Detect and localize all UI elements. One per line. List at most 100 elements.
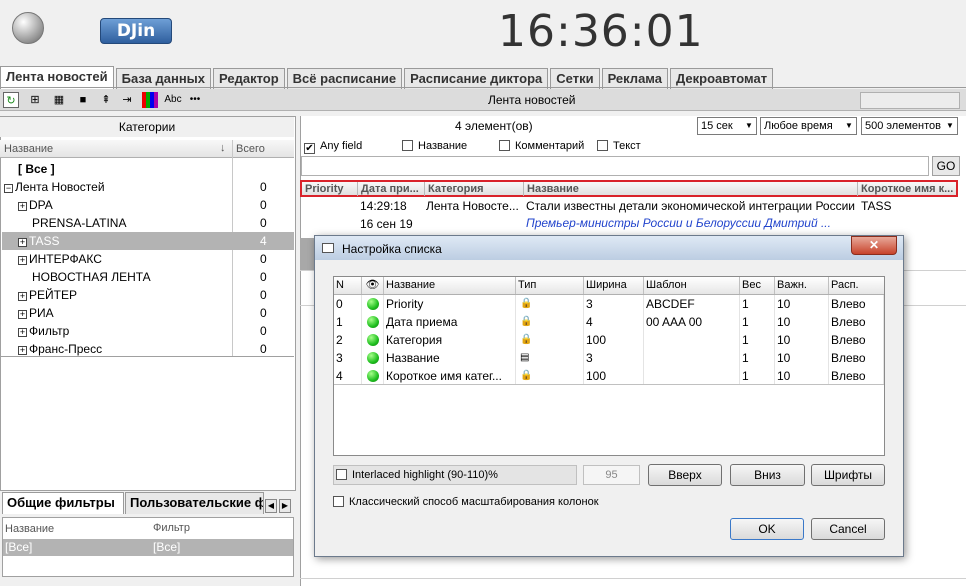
ok-button[interactable]: OK: [730, 518, 804, 540]
toolbar-field[interactable]: [860, 92, 960, 109]
search-input[interactable]: [301, 156, 929, 176]
tab-news-feed[interactable]: Лента новостей: [0, 66, 114, 89]
col-short-name[interactable]: Короткое имя к...: [858, 182, 956, 196]
col-title[interactable]: Название: [524, 182, 858, 196]
category-item[interactable]: PRENSA-LATINA 0: [2, 214, 294, 232]
news-title[interactable]: Стали известны детали экономической инте…: [526, 199, 858, 213]
font-abc-icon[interactable]: Abc: [163, 92, 183, 108]
up-button[interactable]: Вверх: [648, 464, 722, 486]
limit-select[interactable]: 500 элементов ▼: [861, 117, 958, 135]
fonts-button[interactable]: Шрифты: [811, 464, 885, 486]
col-total[interactable]: Всего: [236, 143, 265, 155]
category-item[interactable]: + ИНТЕРФАКС 0: [2, 250, 294, 268]
tab-all-schedule[interactable]: Всё расписание: [286, 68, 403, 89]
news-subtitle[interactable]: Премьер-министры России и Белоруссии Дми…: [526, 216, 858, 230]
classic-scaling-box[interactable]: [333, 496, 344, 507]
visible-dot-icon[interactable]: [367, 370, 379, 382]
scroll-right-icon[interactable]: ▶: [279, 499, 291, 513]
eye-icon[interactable]: 👁: [362, 277, 384, 294]
checkbox-comment-box[interactable]: [499, 140, 510, 151]
grid-col-weight[interactable]: Вес: [740, 277, 775, 294]
grid-cell-n: 0: [334, 295, 362, 313]
grid-col-type[interactable]: Тип: [516, 277, 584, 294]
expand-icon[interactable]: +: [18, 238, 27, 247]
interval-select[interactable]: 15 сек ▼: [697, 117, 757, 135]
scroll-left-icon[interactable]: ◀: [265, 499, 277, 513]
checkbox-text[interactable]: Текст: [597, 140, 641, 154]
grid-row[interactable]: 1 Дата приема 🔒 4 00 AAA 00 1 10 Влево: [334, 313, 884, 331]
colors-icon[interactable]: [142, 92, 158, 108]
visible-dot-icon[interactable]: [367, 316, 379, 328]
expand-icon[interactable]: +: [18, 328, 27, 337]
grid-row[interactable]: 2 Категория 🔒 100 1 10 Влево: [334, 331, 884, 349]
grid-row[interactable]: 3 Название ▤ 3 1 10 Влево: [334, 349, 884, 367]
go-button[interactable]: GO: [932, 156, 960, 176]
cancel-button[interactable]: Cancel: [811, 518, 885, 540]
checkbox-any-field-box[interactable]: ✔: [304, 143, 315, 154]
interlace-checkbox-box[interactable]: [336, 469, 347, 480]
grid-row[interactable]: 4 Короткое имя катег... 🔒 100 1 10 Влево: [334, 367, 884, 385]
category-item[interactable]: [ Все ]: [2, 160, 294, 178]
refresh-icon[interactable]: ↻: [3, 92, 19, 108]
grid-icon[interactable]: ▦: [51, 92, 67, 108]
import-icon[interactable]: ⇥: [119, 92, 135, 108]
category-item[interactable]: + РИА 0: [2, 304, 294, 322]
filter-row[interactable]: [Все] [Все]: [3, 539, 293, 556]
interlace-checkbox[interactable]: Interlaced highlight (90-110)%: [333, 465, 577, 485]
category-item[interactable]: + TASS 4: [2, 232, 294, 250]
checkbox-any-field[interactable]: ✔ Any field: [304, 140, 362, 154]
tab-user-filters[interactable]: Пользовательские ф: [125, 492, 264, 514]
grid-col-template[interactable]: Шаблон: [644, 277, 740, 294]
close-button[interactable]: ✕: [851, 236, 897, 255]
grid-col-name[interactable]: Название: [384, 277, 516, 294]
tab-database[interactable]: База данных: [115, 68, 212, 89]
category-item[interactable]: + Фильтр 0: [2, 322, 294, 340]
classic-scaling-checkbox[interactable]: Классический способ масштабирования коло…: [333, 496, 599, 508]
visible-dot-icon[interactable]: [367, 334, 379, 346]
visible-dot-icon[interactable]: [367, 298, 379, 310]
time-select[interactable]: Любое время ▼: [760, 117, 857, 135]
stop-icon[interactable]: ■: [75, 92, 91, 108]
grid-row[interactable]: 0 Priority 🔒 3 ABCDEF 1 10 Влево: [334, 295, 884, 313]
filter-col-filter[interactable]: Фильтр: [153, 522, 190, 534]
expand-icon[interactable]: +: [18, 292, 27, 301]
grid-col-importance[interactable]: Важн.: [775, 277, 829, 294]
col-date[interactable]: Дата при...: [358, 182, 425, 196]
category-item[interactable]: + DPA 0: [2, 196, 294, 214]
more-icon[interactable]: •••: [186, 92, 204, 108]
col-priority[interactable]: Priority: [302, 182, 358, 196]
expand-icon[interactable]: +: [18, 310, 27, 319]
expand-icon[interactable]: +: [18, 346, 27, 355]
upload-icon[interactable]: ⇞: [98, 92, 114, 108]
tab-editor[interactable]: Редактор: [213, 68, 285, 89]
visible-dot-icon[interactable]: [367, 352, 379, 364]
tab-ads[interactable]: Реклама: [601, 68, 668, 89]
lock-icon: 🔒: [520, 298, 533, 309]
category-item[interactable]: + РЕЙТЕР 0: [2, 286, 294, 304]
expand-icon[interactable]: +: [18, 256, 27, 265]
col-name[interactable]: Название: [4, 143, 53, 155]
checkbox-title-box[interactable]: [402, 140, 413, 151]
checkbox-comment[interactable]: Комментарий: [499, 140, 584, 154]
category-item[interactable]: НОВОСТНАЯ ЛЕНТА 0: [2, 268, 294, 286]
grid-cell-width: 4: [584, 313, 644, 331]
grid-col-width[interactable]: Ширина: [584, 277, 644, 294]
filter-col-name[interactable]: Название: [5, 523, 54, 535]
col-category[interactable]: Категория: [425, 182, 524, 196]
checkbox-title[interactable]: Название: [402, 140, 467, 154]
item-count: 4 элемент(ов): [455, 119, 533, 133]
collapse-icon[interactable]: −: [4, 184, 13, 193]
checkbox-text-box[interactable]: [597, 140, 608, 151]
category-item[interactable]: − Лента Новостей 0: [2, 178, 294, 196]
tab-general-filters[interactable]: Общие фильтры: [2, 492, 124, 514]
tab-grids[interactable]: Сетки: [550, 68, 600, 89]
grid-col-align[interactable]: Расп.: [829, 277, 884, 294]
tree-view-icon[interactable]: ⊞: [27, 92, 43, 108]
tab-decroautomat[interactable]: Декроавтомат: [669, 68, 774, 89]
interval-value: 15 сек: [701, 120, 733, 132]
down-button[interactable]: Вниз: [730, 464, 805, 486]
expand-icon[interactable]: +: [18, 202, 27, 211]
interlace-value-field[interactable]: 95: [583, 465, 640, 485]
grid-col-n[interactable]: N: [334, 277, 362, 294]
tab-announcer-schedule[interactable]: Расписание диктора: [404, 68, 549, 89]
